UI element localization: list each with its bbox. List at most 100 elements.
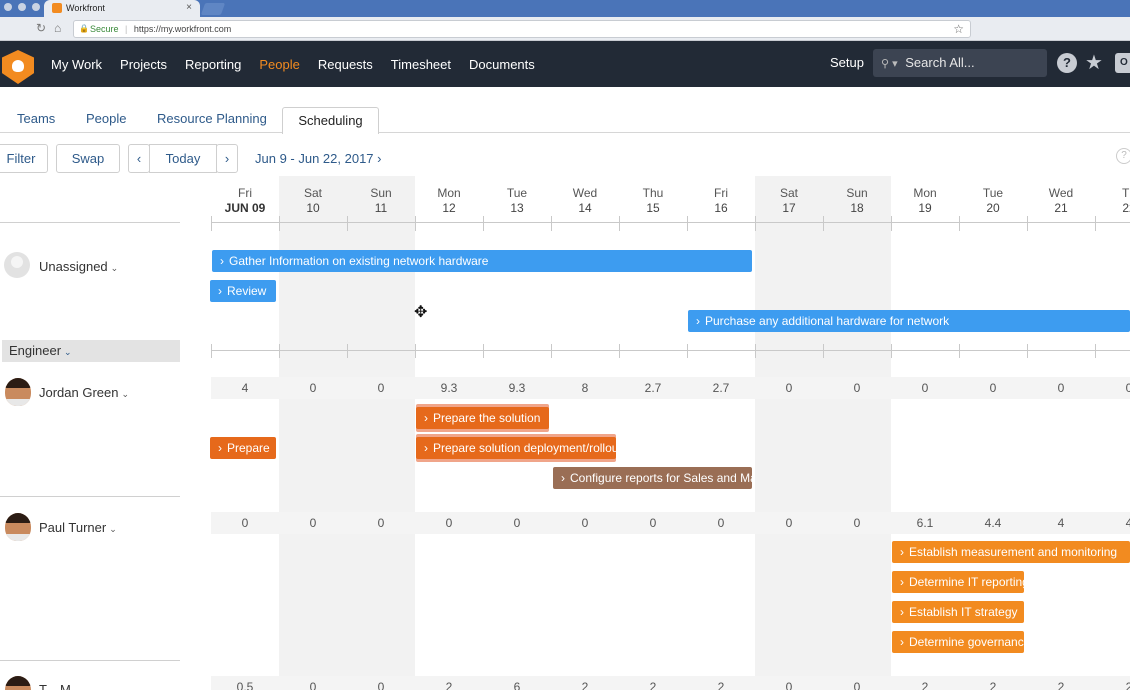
chevron-right-icon: ›: [224, 151, 230, 166]
timeline-tick: [551, 216, 552, 231]
task-bar[interactable]: › Review: [210, 280, 276, 302]
day-number: 16: [714, 201, 728, 215]
nav-timesheet[interactable]: Timesheet: [382, 57, 460, 72]
task-bar[interactable]: › Prepare solution deployment/rollout: [416, 437, 616, 459]
task-bar[interactable]: › Establish measurement and monitoring: [892, 541, 1130, 563]
timeline-tick: [279, 216, 280, 231]
bookmark-star-icon[interactable]: ☆: [953, 22, 964, 36]
unassigned-row-label[interactable]: Unassigned ⌄: [39, 259, 118, 274]
unassigned-avatar: [4, 252, 30, 278]
day-header: Wed 14: [551, 186, 619, 216]
nav-my-work[interactable]: My Work: [42, 57, 111, 72]
tab-teams[interactable]: Teams: [17, 111, 55, 126]
task-label: Determine IT reporting: [909, 575, 1024, 589]
timeline-tick: [959, 344, 960, 358]
scheduled-hours-value: 2: [921, 680, 929, 690]
zoom-window-button[interactable]: [32, 3, 40, 11]
timeline-tick: [823, 344, 824, 358]
task-bar[interactable]: › Gather Information on existing network …: [212, 250, 752, 272]
minimize-window-button[interactable]: [18, 3, 26, 11]
day-header: Sat 10: [279, 186, 347, 216]
task-label: Prepare solution deployment/rollout: [433, 441, 616, 455]
scheduled-hours-value: 2: [989, 680, 997, 690]
address-bar[interactable]: 🔒 Secure | https://my.workfront.com ☆: [73, 20, 971, 38]
task-bar[interactable]: › Purchase any additional hardware for ne…: [688, 310, 1130, 332]
day-header: Sat 17: [755, 186, 823, 216]
address-separator: |: [125, 24, 128, 34]
paul-turner-row-label[interactable]: Paul Turner ⌄: [39, 520, 117, 535]
browser-tab[interactable]: Workfront ×: [44, 0, 200, 17]
tab-scheduling[interactable]: Scheduling: [282, 107, 379, 134]
close-window-button[interactable]: [4, 3, 12, 11]
timeline-tick: [1095, 344, 1096, 358]
day-header: Fri JUN 09: [211, 186, 279, 216]
scheduled-hours-value: 9.3: [440, 381, 458, 395]
scheduled-hours-value: 0: [785, 516, 793, 530]
day-of-week: Wed: [1048, 186, 1074, 200]
scheduled-hours-value: 0: [989, 381, 997, 395]
day-of-week: Sun: [846, 186, 868, 200]
engineer-group-label[interactable]: Engineer ⌄: [2, 340, 180, 362]
previous-range-button[interactable]: ‹: [128, 144, 150, 173]
scheduled-hours-value: 0: [853, 516, 861, 530]
task-bar[interactable]: › Prepare the solution: [416, 407, 549, 429]
chevron-right-icon: ›: [900, 635, 904, 649]
task-bar[interactable]: › Determine governance: [892, 631, 1024, 653]
scheduled-hours-value: 0: [785, 381, 793, 395]
task-label: Determine governance: [909, 635, 1024, 649]
filter-button[interactable]: Filter: [0, 144, 48, 173]
chevron-right-icon: ›: [424, 441, 428, 455]
task-bar[interactable]: › Establish IT strategy: [892, 601, 1024, 623]
tab-resource-planning[interactable]: Resource Planning: [157, 111, 267, 126]
home-icon[interactable]: ⌂: [54, 21, 61, 35]
scheduling-help-icon[interactable]: ?: [1116, 148, 1130, 164]
jordan-green-row-label[interactable]: Jordan Green ⌄: [39, 385, 129, 400]
chevron-right-icon: ›: [900, 605, 904, 619]
scheduled-hours-value: 2: [1057, 680, 1065, 690]
favorites-star-icon[interactable]: ★: [1085, 50, 1103, 75]
scheduled-hours-value: 6: [513, 680, 521, 690]
fourth-user-row-label[interactable]: T... M...: [39, 682, 82, 690]
help-icon[interactable]: ?: [1057, 53, 1077, 73]
nav-reporting[interactable]: Reporting: [176, 57, 250, 72]
scheduled-hours-value: 0: [309, 381, 317, 395]
jordan-green-label-text: Jordan Green: [39, 385, 119, 400]
today-button[interactable]: Today: [149, 144, 217, 173]
workfront-logo-icon[interactable]: [2, 50, 34, 84]
avatar: [5, 676, 31, 690]
scheduled-hours-value: 0: [649, 516, 657, 530]
lock-icon: 🔒: [79, 24, 89, 33]
search-input[interactable]: ⚲ ▾ Search All...: [873, 49, 1047, 77]
nav-projects[interactable]: Projects: [111, 57, 176, 72]
tab-people[interactable]: People: [86, 111, 126, 126]
reload-icon[interactable]: ↻: [36, 21, 46, 35]
next-range-button[interactable]: ›: [216, 144, 238, 173]
date-range-picker[interactable]: Jun 9 - Jun 22, 2017 ›: [255, 151, 382, 166]
timeline-tick: [279, 344, 280, 358]
scheduled-hours-value: 0: [309, 680, 317, 690]
nav-people[interactable]: People: [250, 57, 308, 72]
weekend-column: [755, 176, 891, 690]
search-icon: ⚲ ▾: [881, 58, 898, 70]
scheduled-hours-value: 2.7: [712, 381, 730, 395]
day-number: 12: [442, 201, 456, 215]
task-bar[interactable]: › Prepare: [210, 437, 276, 459]
task-bar[interactable]: › Determine IT reporting: [892, 571, 1024, 593]
timeline-tick: [891, 344, 892, 358]
day-of-week: Mon: [913, 186, 937, 200]
setup-link[interactable]: Setup: [830, 55, 864, 70]
nav-documents[interactable]: Documents: [460, 57, 544, 72]
chevron-left-icon: ‹: [136, 151, 142, 166]
nav-requests[interactable]: Requests: [309, 57, 382, 72]
user-menu-button[interactable]: O: [1115, 53, 1130, 73]
task-bar[interactable]: › Configure reports for Sales and Marketi…: [553, 467, 752, 489]
day-header: Wed 21: [1027, 186, 1095, 216]
group-axis: [211, 350, 1130, 351]
timeline-tick: [619, 344, 620, 358]
people-subtabs: Teams People Resource Planning Schedulin…: [0, 87, 1130, 134]
swap-button[interactable]: Swap: [56, 144, 120, 173]
new-tab-button[interactable]: [200, 3, 226, 15]
tab-close-icon[interactable]: ×: [186, 2, 192, 13]
scheduled-hours-value: 0: [377, 680, 385, 690]
day-of-week: Fri: [238, 186, 252, 200]
